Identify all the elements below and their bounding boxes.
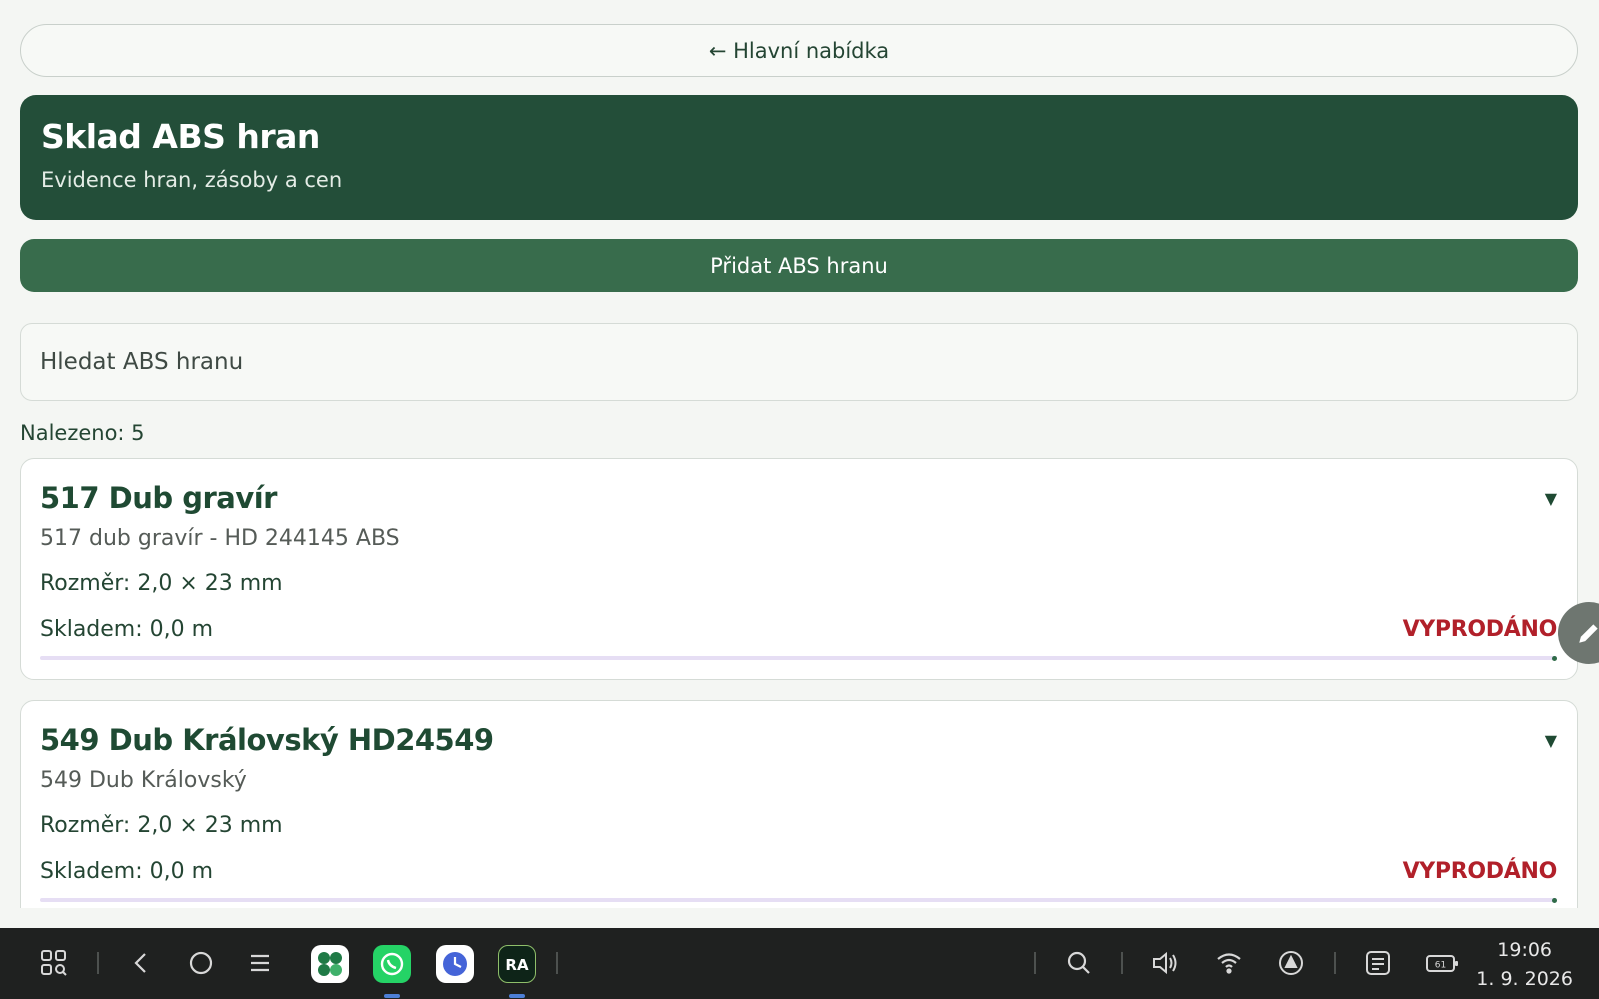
stock-bar-marker [1552, 655, 1557, 661]
status-badge: VYPRODÁNO [1402, 859, 1558, 884]
taskbar-divider [1334, 952, 1336, 974]
clock-app-icon[interactable] [436, 945, 474, 983]
whatsapp-icon[interactable] [373, 945, 411, 983]
recents-icon[interactable] [246, 949, 274, 977]
app-grid-icon[interactable] [40, 949, 68, 977]
results-count: Nalezeno: 5 [20, 421, 145, 445]
notes-icon[interactable] [1364, 949, 1392, 977]
taskbar-divider [97, 952, 99, 974]
pencil-icon [1579, 624, 1598, 643]
page-subtitle: Evidence hran, zásoby a cen [41, 168, 343, 192]
system-clock[interactable]: 19:06 1. 9. 2026 [1476, 936, 1573, 994]
item-title: 549 Dub Královský HD24549 [40, 723, 494, 757]
navigation-icon[interactable] [1277, 949, 1305, 977]
item-stock: Skladem: 0,0 m [40, 859, 214, 884]
item-title: 517 Dub gravír [40, 481, 277, 515]
system-taskbar: RA 61 19:06 1. 9. 2026 [0, 928, 1599, 999]
item-stock: Skladem: 0,0 m [40, 617, 214, 642]
back-button-label: ← Hlavní nabídka [708, 38, 890, 63]
add-abs-edge-button[interactable]: Přidat ABS hranu [20, 239, 1578, 292]
back-icon[interactable] [128, 949, 156, 977]
item-description: 549 Dub Královský [40, 768, 247, 793]
taskbar-divider [1034, 952, 1036, 974]
clock-date: 1. 9. 2026 [1476, 968, 1573, 990]
search-icon[interactable] [1065, 949, 1093, 977]
taskbar-divider [1121, 952, 1123, 974]
page-title: Sklad ABS hran [41, 117, 320, 156]
search-input[interactable] [20, 323, 1578, 401]
page-header: Sklad ABS hran Evidence hran, zásoby a c… [20, 95, 1578, 220]
svg-text:RA: RA [505, 956, 529, 974]
stock-bar [40, 655, 1557, 661]
main-menu-button[interactable]: ← Hlavní nabídka [20, 24, 1578, 77]
item-description: 517 dub gravír - HD 244145 ABS [40, 526, 400, 551]
item-size: Rozměr: 2,0 × 23 mm [40, 571, 283, 596]
ra-app-icon[interactable]: RA [498, 945, 536, 983]
item-size: Rozměr: 2,0 × 23 mm [40, 813, 283, 838]
running-indicator [384, 994, 400, 998]
chevron-down-icon[interactable]: ▼ [1545, 731, 1557, 750]
wifi-icon[interactable] [1215, 949, 1243, 977]
svg-text:61: 61 [1435, 961, 1446, 971]
stock-bar-marker [1552, 897, 1557, 903]
add-button-label: Přidat ABS hranu [710, 253, 888, 278]
chevron-down-icon[interactable]: ▼ [1545, 489, 1557, 508]
calculator-app-icon[interactable] [311, 945, 349, 983]
clock-time: 19:06 [1497, 939, 1553, 961]
home-icon[interactable] [187, 949, 215, 977]
taskbar-divider [556, 952, 558, 974]
edge-item-card[interactable]: 517 Dub gravír ▼ 517 dub gravír - HD 244… [20, 458, 1578, 680]
app-content: ← Hlavní nabídka Sklad ABS hran Evidence… [0, 0, 1599, 908]
battery-icon: 61 [1425, 949, 1459, 977]
volume-icon[interactable] [1151, 949, 1181, 977]
stock-bar [40, 897, 1557, 903]
status-badge: VYPRODÁNO [1402, 617, 1558, 642]
edge-item-card[interactable]: 549 Dub Královský HD24549 ▼ 549 Dub Král… [20, 700, 1578, 908]
running-indicator [509, 994, 525, 998]
